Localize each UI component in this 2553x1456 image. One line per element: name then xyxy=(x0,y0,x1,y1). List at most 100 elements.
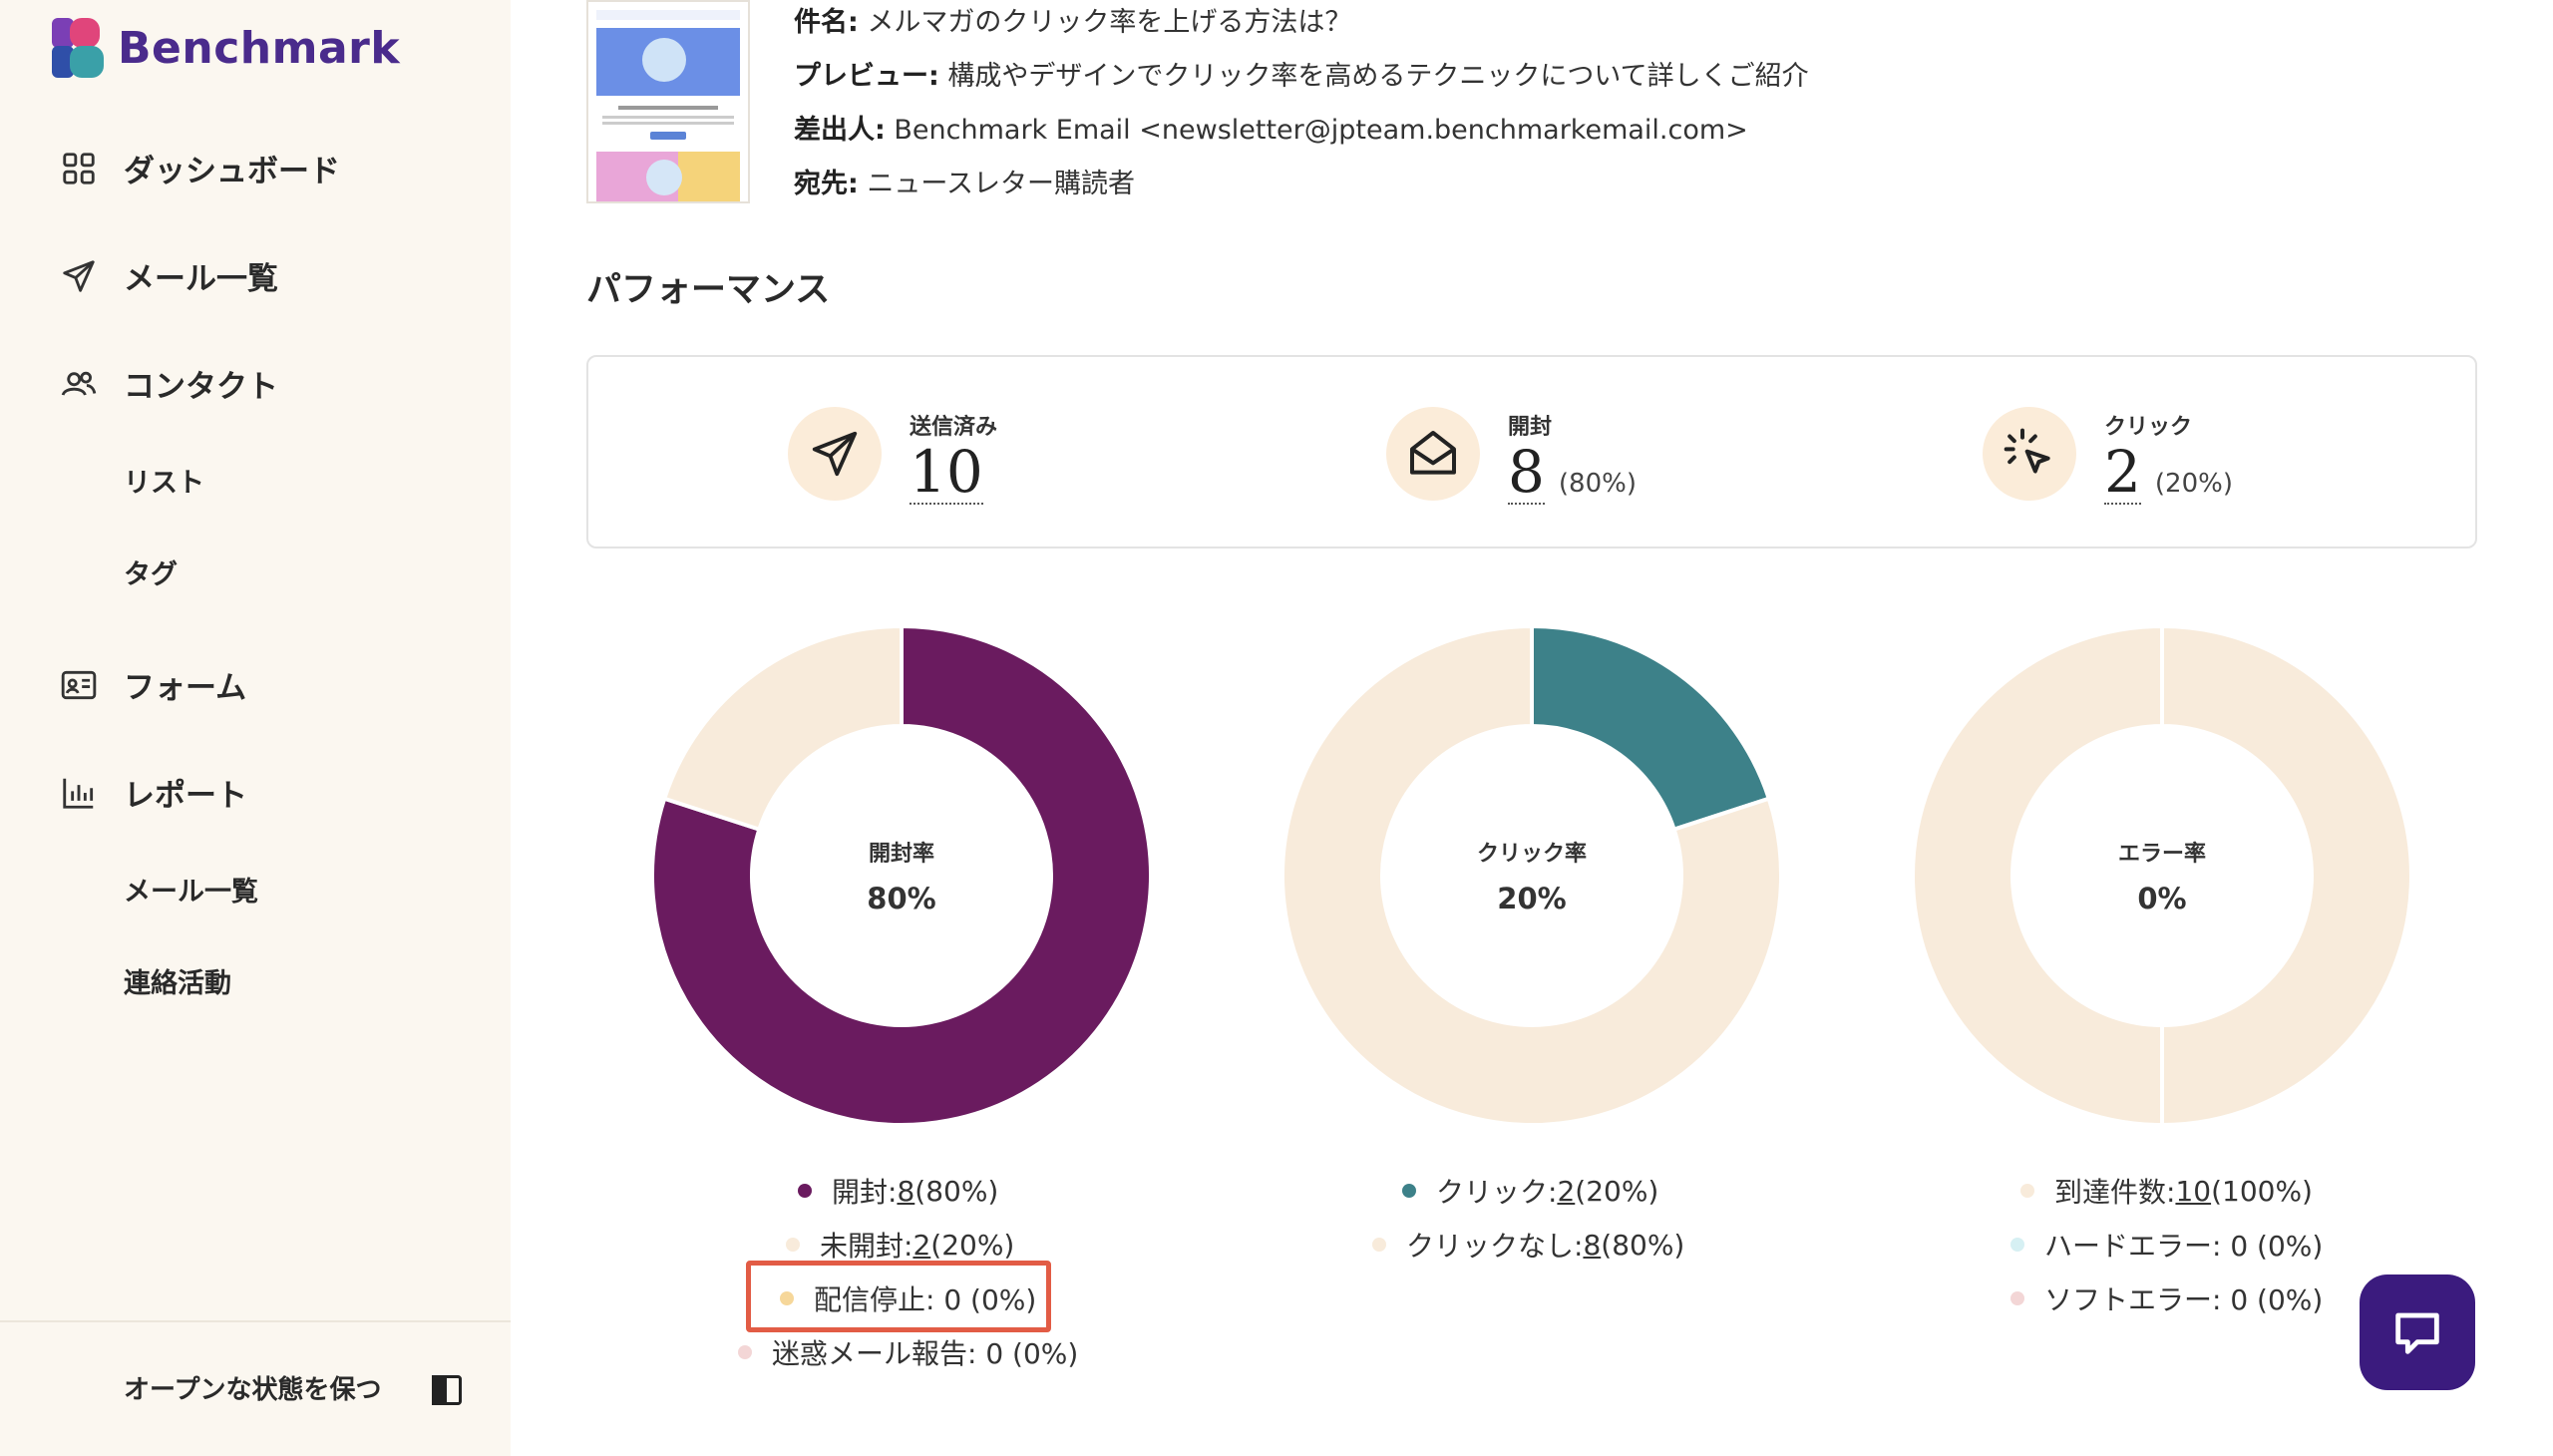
sidebar-item-label: メール一覧 xyxy=(124,261,278,297)
envelope-open-icon xyxy=(1410,431,1456,475)
legend-label: 開封: xyxy=(832,1176,898,1209)
donut-slice[interactable] xyxy=(661,626,904,833)
stat-label: クリック xyxy=(2104,415,2193,440)
send-icon xyxy=(63,259,95,292)
error-rate-center: エラー率 0% xyxy=(1913,836,2411,915)
stat-label: 送信済み xyxy=(910,415,998,440)
email-subject: 件名: メルマガのクリック率を上げる方法は？ xyxy=(794,0,1351,39)
legend-dot xyxy=(798,1184,812,1198)
legend-label: ソフトエラー: 0 (0%) xyxy=(2044,1283,2324,1316)
sidebar-item-report-emails[interactable]: メール一覧 xyxy=(124,870,258,909)
sidebar-item-tags[interactable]: タグ xyxy=(124,552,178,591)
sidebar: Benchmark ダッシュボード メール一覧 コンタクト リスト タグ フォー… xyxy=(0,0,511,1456)
sidebar-item-dashboard[interactable]: ダッシュボード xyxy=(60,146,340,190)
legend-dot xyxy=(2020,1184,2034,1198)
sidebar-item-label: ダッシュボード xyxy=(124,154,340,189)
sidebar-item-forms[interactable]: フォーム xyxy=(60,662,246,707)
email-to-value: ニュースレター購読者 xyxy=(867,169,1136,199)
sidebar-item-label: レポート xyxy=(124,778,247,814)
legend-count-link[interactable]: 8 xyxy=(1583,1229,1601,1262)
sidebar-item-label: コンタクト xyxy=(124,369,278,405)
keep-open-label[interactable]: オープンな状態を保つ xyxy=(124,1369,381,1406)
donut-title: 開封率 xyxy=(868,842,934,867)
highlight-box xyxy=(746,1261,1051,1332)
form-icon xyxy=(61,670,97,699)
sidebar-item-lists[interactable]: リスト xyxy=(124,461,204,500)
legend-count-link[interactable]: 8 xyxy=(897,1175,914,1208)
sidebar-toggle-icon[interactable] xyxy=(429,1372,465,1408)
legend-dot xyxy=(1402,1184,1416,1198)
stat-value[interactable]: 8 xyxy=(1508,441,1545,505)
email-preview-image xyxy=(588,2,748,201)
legend-count-link[interactable]: 2 xyxy=(1557,1175,1575,1208)
legend-item-spam-report: 迷惑メール報告: 0 (0%) xyxy=(738,1332,1078,1372)
email-from-value: Benchmark Email <newsletter@jpteam.bench… xyxy=(894,115,1748,146)
stat-icon-circle xyxy=(1386,407,1480,501)
legend-item-unopened: 未開封: 2 (20%) xyxy=(786,1225,1014,1265)
stat-value[interactable]: 10 xyxy=(910,441,983,505)
chat-support-button[interactable] xyxy=(2360,1274,2475,1390)
email-preview-value: 構成やデザインでクリック率を高めるテクニックについて詳しくご紹介 xyxy=(947,61,1809,92)
send-icon xyxy=(812,431,858,477)
stat-icon-circle xyxy=(788,407,882,501)
sidebar-item-contact-activity[interactable]: 連絡活動 xyxy=(124,961,231,1000)
email-to: 宛先: ニュースレター購読者 xyxy=(794,162,1135,200)
stat-icon-circle xyxy=(1983,407,2076,501)
legend-count-link[interactable]: 2 xyxy=(912,1229,930,1262)
sidebar-item-label: フォーム xyxy=(124,670,247,706)
email-preview-label: プレビュー: xyxy=(794,61,939,92)
open-rate-center: 開封率 80% xyxy=(652,836,1151,915)
legend-label: クリック: xyxy=(1436,1176,1558,1209)
legend-item-delivered: 到達件数: 10 (100%) xyxy=(2020,1171,2313,1211)
benchmark-logo-icon xyxy=(52,18,104,78)
legend-dot xyxy=(2010,1238,2024,1252)
legend-percent: (20%) xyxy=(930,1228,1015,1262)
performance-title: パフォーマンス xyxy=(586,270,831,310)
stat-clicks: クリック 2 (20%) xyxy=(1983,407,2233,505)
grid-icon xyxy=(63,152,95,184)
sidebar-item-contacts[interactable]: コンタクト xyxy=(60,361,278,406)
donut-title: クリック率 xyxy=(1476,842,1587,867)
stat-sent: 送信済み 10 xyxy=(788,407,997,505)
legend-item-clicked: クリック: 2 (20%) xyxy=(1402,1171,1658,1211)
donut-value: 0% xyxy=(2137,882,2187,915)
sidebar-item-reports[interactable]: レポート xyxy=(60,770,247,815)
brand-name: Benchmark xyxy=(118,22,401,74)
email-preview: プレビュー: 構成やデザインでクリック率を高めるテクニックについて詳しくご紹介 xyxy=(794,54,1809,93)
click-rate-center: クリック率 20% xyxy=(1282,836,1781,915)
legend-item-opened: 開封: 8 (80%) xyxy=(798,1171,998,1211)
brand-logo[interactable]: Benchmark xyxy=(52,18,400,78)
stat-percent: (80%) xyxy=(1558,469,1637,499)
sidebar-item-emails[interactable]: メール一覧 xyxy=(60,253,278,298)
performance-stats-card: 送信済み 10 開封 8 (80%) クリック 2 (20%) xyxy=(586,355,2477,548)
legend-percent: (100%) xyxy=(2211,1174,2313,1208)
email-to-label: 宛先: xyxy=(794,169,859,199)
donut-title: エラー率 xyxy=(2117,842,2206,867)
stat-value[interactable]: 2 xyxy=(2104,441,2141,505)
email-from: 差出人: Benchmark Email <newsletter@jpteam.… xyxy=(794,108,1748,147)
legend-item-hard-bounce: ハードエラー: 0 (0%) xyxy=(2010,1225,2323,1265)
legend-label: ハードエラー: 0 (0%) xyxy=(2044,1230,2324,1263)
legend-label: 到達件数: xyxy=(2054,1176,2176,1209)
chat-bubble-icon xyxy=(2395,1312,2439,1354)
donut-value: 20% xyxy=(1497,882,1567,915)
legend-item-soft-bounce: ソフトエラー: 0 (0%) xyxy=(2010,1278,2323,1318)
donut-value: 80% xyxy=(867,882,936,915)
email-from-label: 差出人: xyxy=(794,115,886,146)
users-icon xyxy=(61,371,97,396)
legend-label: クリックなし: xyxy=(1406,1230,1584,1263)
legend-percent: (20%) xyxy=(1575,1174,1659,1208)
legend-dot xyxy=(1372,1238,1386,1252)
email-thumbnail[interactable] xyxy=(586,0,750,203)
legend-dot xyxy=(786,1238,800,1252)
stat-opened: 開封 8 (80%) xyxy=(1386,407,1637,505)
bar-chart-icon xyxy=(63,778,94,809)
donut-slice[interactable] xyxy=(1530,626,1772,833)
legend-count-link[interactable]: 10 xyxy=(2175,1175,2211,1208)
legend-dot xyxy=(738,1345,752,1359)
stat-percent: (20%) xyxy=(2154,469,2233,499)
legend-dot xyxy=(2010,1291,2024,1305)
click-cursor-icon xyxy=(2004,428,2050,474)
legend-percent: (80%) xyxy=(914,1174,999,1208)
stat-label: 開封 xyxy=(1508,415,1553,440)
